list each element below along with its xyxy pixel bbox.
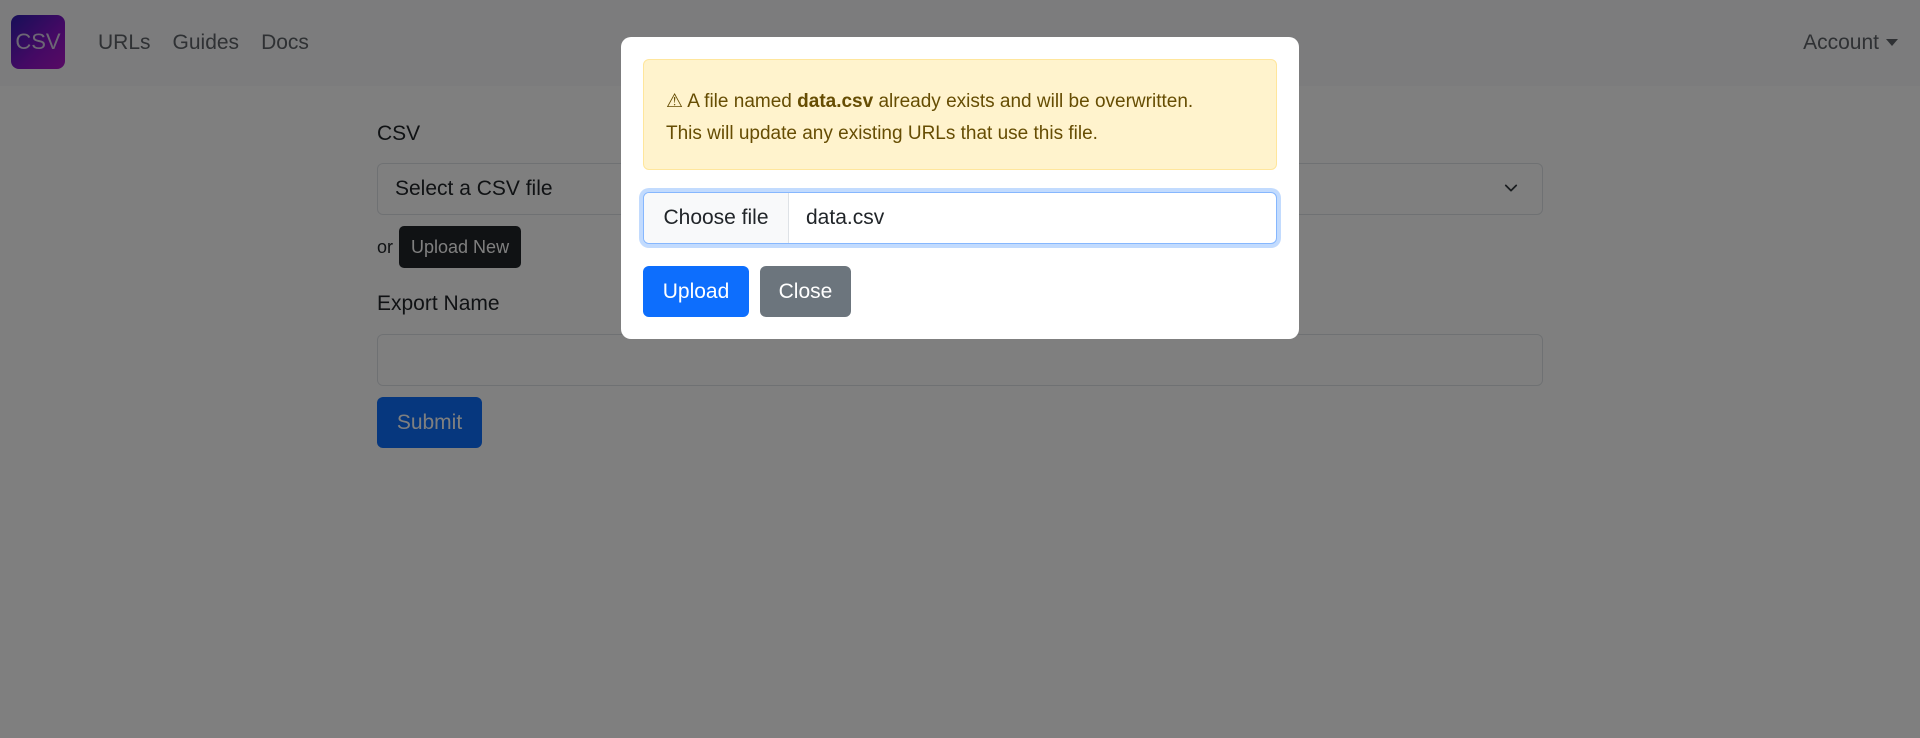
file-input[interactable]: Choose file data.csv (643, 192, 1277, 244)
alert-line-1: ⚠ A file named data.csv already exists a… (666, 86, 1254, 118)
close-button[interactable]: Close (760, 266, 851, 317)
upload-modal: ⚠ A file named data.csv already exists a… (621, 37, 1299, 339)
alert-prefix: A file named (687, 91, 792, 112)
selected-file-name: data.csv (806, 206, 885, 229)
upload-button[interactable]: Upload (643, 266, 749, 317)
alert-filename: data.csv (797, 91, 874, 112)
overwrite-warning-alert: ⚠ A file named data.csv already exists a… (643, 59, 1277, 170)
choose-file-button[interactable]: Choose file (644, 193, 789, 243)
alert-suffix: already exists and will be overwritten. (878, 91, 1194, 112)
warning-icon: ⚠ (666, 91, 684, 112)
alert-line-2: This will update any existing URLs that … (666, 123, 1098, 144)
